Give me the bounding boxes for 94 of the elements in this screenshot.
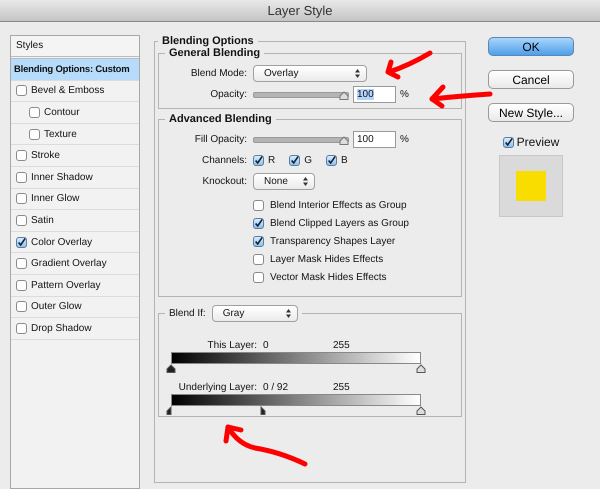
channel-label: R xyxy=(268,155,276,166)
value-label: 255 xyxy=(333,382,351,392)
slider[interactable] xyxy=(253,134,349,144)
section-title: Advanced Blending xyxy=(168,113,273,125)
item-label: Stroke xyxy=(31,150,60,162)
checkbox[interactable] xyxy=(16,172,27,183)
checkbox[interactable] xyxy=(16,280,27,291)
slider-thumb[interactable] xyxy=(339,136,349,144)
dialog-button[interactable]: New Style... xyxy=(488,103,574,122)
checkbox[interactable] xyxy=(253,155,264,166)
updown-arrows-icon xyxy=(286,309,291,318)
field-label: Fill Opacity: xyxy=(194,134,247,145)
item-label: Gradient Overlay xyxy=(31,258,107,270)
checkbox[interactable] xyxy=(253,218,264,228)
field-label: Underlying Layer: xyxy=(178,382,258,392)
style-item[interactable]: Gradient Overlay xyxy=(11,253,139,275)
checkbox[interactable] xyxy=(29,128,40,140)
annotation-arrow xyxy=(386,50,432,80)
item-label: Pattern Overlay xyxy=(31,280,100,291)
item-label: Contour xyxy=(44,106,80,118)
dialog-button[interactable]: Cancel xyxy=(488,70,574,89)
item-label: Inner Shadow xyxy=(31,172,93,183)
checkbox-label: Preview xyxy=(516,135,560,149)
item-label: Satin xyxy=(31,214,54,226)
channel-label: B xyxy=(341,155,348,166)
style-item[interactable]: Contour xyxy=(11,102,139,124)
item-label: Texture xyxy=(44,128,77,140)
updown-arrows-icon xyxy=(303,177,308,186)
checkbox[interactable] xyxy=(29,106,40,118)
style-item[interactable]: Texture xyxy=(11,124,139,146)
field-label: Opacity: xyxy=(209,89,247,100)
number-field[interactable]: 100 xyxy=(353,131,396,148)
checkbox[interactable] xyxy=(253,236,264,246)
field-label: Blend If: xyxy=(169,308,206,319)
checkbox[interactable] xyxy=(16,322,27,334)
dialog-button[interactable]: OK xyxy=(488,37,574,56)
unit-label: % xyxy=(400,89,409,100)
checkbox[interactable] xyxy=(16,301,27,312)
item-label: Bevel & Emboss xyxy=(31,85,104,96)
style-item[interactable]: Color Overlay xyxy=(11,232,139,254)
checkbox[interactable] xyxy=(16,236,27,248)
option-label: Layer Mask Hides Effects xyxy=(270,254,384,264)
item-label: Drop Shadow xyxy=(31,322,92,334)
slider-thumb[interactable] xyxy=(339,90,349,100)
style-item[interactable]: Inner Shadow xyxy=(11,166,139,189)
checkbox[interactable] xyxy=(289,155,300,166)
field-label: Channels: xyxy=(200,155,247,166)
dropdown[interactable]: Gray xyxy=(212,305,298,322)
style-item[interactable]: Stroke xyxy=(11,145,139,167)
checkbox[interactable] xyxy=(326,155,338,166)
item-label: Color Overlay xyxy=(31,236,92,248)
updown-arrows-icon xyxy=(355,69,360,78)
color-square xyxy=(516,171,546,201)
option-label: Blend Clipped Layers as Group xyxy=(270,218,409,228)
slider[interactable] xyxy=(253,90,349,100)
dropdown[interactable]: Overlay xyxy=(253,65,367,82)
channel-label: G xyxy=(304,155,312,166)
option-label: Transparency Shapes Layer xyxy=(270,236,396,246)
checkbox[interactable] xyxy=(253,272,264,282)
checkbox[interactable] xyxy=(16,258,27,270)
number-field[interactable]: 100 xyxy=(353,86,396,103)
item-label: Outer Glow xyxy=(31,301,82,312)
item-label: Inner Glow xyxy=(31,193,80,204)
checkbox[interactable] xyxy=(16,214,27,226)
style-item[interactable]: Bevel & Emboss xyxy=(11,80,139,102)
dropdown[interactable]: None xyxy=(253,173,315,190)
style-item[interactable]: Outer Glow xyxy=(11,296,139,318)
checkbox[interactable] xyxy=(253,254,264,264)
section-title: General Blending xyxy=(168,47,262,59)
value-label: 0 xyxy=(263,340,270,350)
slider-thumb[interactable] xyxy=(416,364,426,373)
checkbox[interactable] xyxy=(502,136,514,148)
checkbox[interactable] xyxy=(16,150,27,162)
option-label: Vector Mask Hides Effects xyxy=(270,272,387,282)
field-label: This Layer: xyxy=(206,340,258,350)
style-item[interactable]: Blending Options: Custom xyxy=(11,59,139,81)
style-item[interactable]: Satin xyxy=(11,210,139,232)
checkbox[interactable] xyxy=(16,85,27,96)
checkbox[interactable] xyxy=(16,193,27,204)
group-title: Blending Options xyxy=(161,35,255,47)
field-label: Knockout: xyxy=(202,176,247,187)
slider-thumb[interactable] xyxy=(416,406,426,415)
option-label: Blend Interior Effects as Group xyxy=(270,200,407,210)
style-item[interactable]: Inner Glow xyxy=(11,188,139,210)
unit-label: % xyxy=(400,134,409,145)
annotation-arrow xyxy=(430,84,492,108)
value-label: 0 / 92 xyxy=(263,382,290,392)
field-label: Blend Mode: xyxy=(190,68,247,79)
style-item[interactable]: Pattern Overlay xyxy=(11,274,139,297)
window-title: Layer Style xyxy=(267,3,333,18)
value-label: 255 xyxy=(333,340,351,350)
style-item[interactable]: Drop Shadow xyxy=(11,318,139,340)
checkbox[interactable] xyxy=(253,200,264,210)
slider-thumb[interactable] xyxy=(166,364,176,373)
